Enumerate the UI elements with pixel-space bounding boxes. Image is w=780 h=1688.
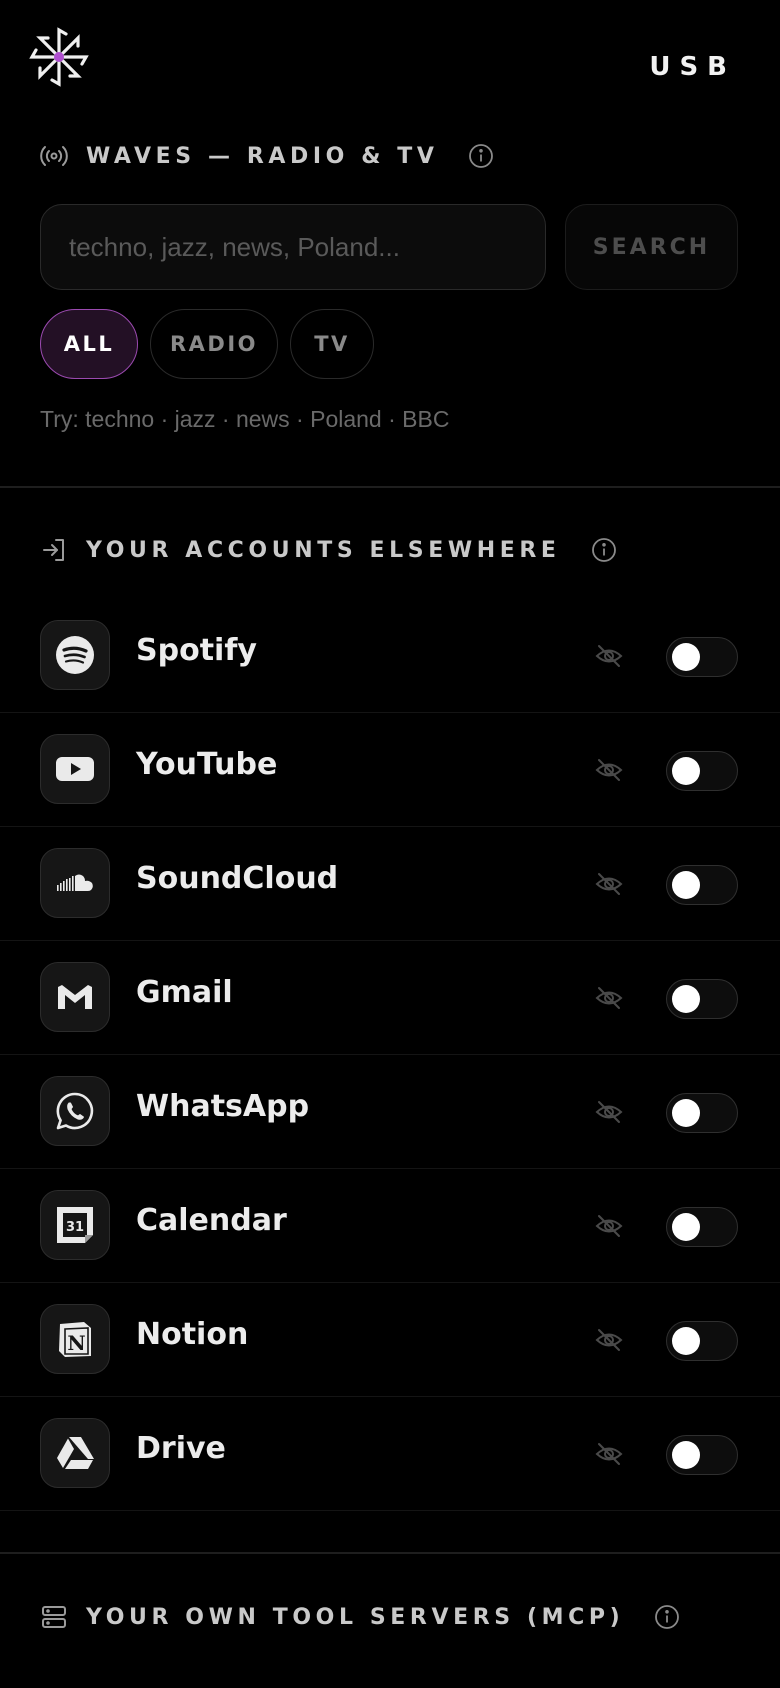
mcp-header: YOUR OWN TOOL SERVERS (MCP) (40, 1603, 680, 1631)
gmail-icon (40, 962, 110, 1032)
notion-letter: N (67, 1331, 85, 1355)
eye-off-icon[interactable] (594, 1439, 624, 1469)
eye-off-icon[interactable] (594, 983, 624, 1013)
account-row-drive: Drive (0, 1397, 780, 1511)
account-row-gmail: Gmail (0, 941, 780, 1055)
account-name: Gmail (136, 975, 233, 1010)
account-toggle[interactable] (666, 637, 738, 677)
whatsapp-icon (40, 1076, 110, 1146)
search-button[interactable]: SEARCH (565, 204, 738, 290)
account-row-notion: N Notion (0, 1283, 780, 1397)
account-name: SoundCloud (136, 861, 339, 896)
filter-chip-radio[interactable]: RADIO (150, 309, 278, 379)
account-name: Notion (136, 1317, 249, 1352)
accounts-title: YOUR ACCOUNTS ELSEWHERE (86, 537, 561, 563)
account-toggle[interactable] (666, 1093, 738, 1133)
spotify-icon (40, 620, 110, 690)
account-name: WhatsApp (136, 1089, 310, 1124)
account-toggle[interactable] (666, 1207, 738, 1247)
calendar-icon: 31 (40, 1190, 110, 1260)
account-toggle[interactable] (666, 751, 738, 791)
account-name: Drive (136, 1431, 226, 1466)
eye-off-icon[interactable] (594, 1097, 624, 1127)
accounts-header: YOUR ACCOUNTS ELSEWHERE (40, 536, 617, 564)
broadcast-icon (40, 142, 68, 170)
account-row-whatsapp: WhatsApp (0, 1055, 780, 1169)
eye-off-icon[interactable] (594, 1325, 624, 1355)
starburst-logo-icon (29, 27, 89, 87)
account-name: YouTube (136, 747, 278, 782)
sign-in-icon (40, 536, 68, 564)
account-row-soundcloud: SoundCloud (0, 827, 780, 941)
app-logo[interactable] (26, 24, 92, 90)
server-icon (40, 1603, 68, 1631)
account-name: Spotify (136, 633, 257, 668)
calendar-day: 31 (66, 1220, 84, 1235)
drive-icon (40, 1418, 110, 1488)
soundcloud-icon (40, 848, 110, 918)
info-icon[interactable] (591, 537, 617, 563)
account-name: Calendar (136, 1203, 287, 1238)
info-icon[interactable] (468, 143, 494, 169)
toggle-knob (672, 1441, 700, 1469)
youtube-icon (40, 734, 110, 804)
eye-off-icon[interactable] (594, 641, 624, 671)
filter-chip-tv[interactable]: TV (290, 309, 374, 379)
waves-title: WAVES — RADIO & TV (86, 143, 439, 169)
search-input[interactable] (67, 230, 545, 264)
account-row-youtube: YouTube (0, 713, 780, 827)
account-row-spotify: Spotify (0, 599, 780, 713)
section-divider (0, 486, 780, 488)
toggle-knob (672, 871, 700, 899)
usb-label[interactable]: USB (649, 52, 736, 82)
account-row-calendar: 31 Calendar (0, 1169, 780, 1283)
toggle-knob (672, 1213, 700, 1241)
account-toggle[interactable] (666, 1435, 738, 1475)
toggle-knob (672, 1099, 700, 1127)
filter-chip-all[interactable]: ALL (40, 309, 138, 379)
section-divider (0, 1552, 780, 1554)
toggle-knob (672, 985, 700, 1013)
eye-off-icon[interactable] (594, 1211, 624, 1241)
toggle-knob (672, 757, 700, 785)
search-hint: Try: techno · jazz · news · Poland · BBC (40, 406, 450, 432)
waves-header: WAVES — RADIO & TV (40, 142, 494, 170)
search-field[interactable] (40, 204, 546, 290)
account-toggle[interactable] (666, 1321, 738, 1361)
notion-icon: N (40, 1304, 110, 1374)
account-toggle[interactable] (666, 865, 738, 905)
eye-off-icon[interactable] (594, 755, 624, 785)
toggle-knob (672, 1327, 700, 1355)
account-toggle[interactable] (666, 979, 738, 1019)
info-icon[interactable] (654, 1604, 680, 1630)
mcp-title: YOUR OWN TOOL SERVERS (MCP) (86, 1604, 625, 1630)
eye-off-icon[interactable] (594, 869, 624, 899)
toggle-knob (672, 643, 700, 671)
